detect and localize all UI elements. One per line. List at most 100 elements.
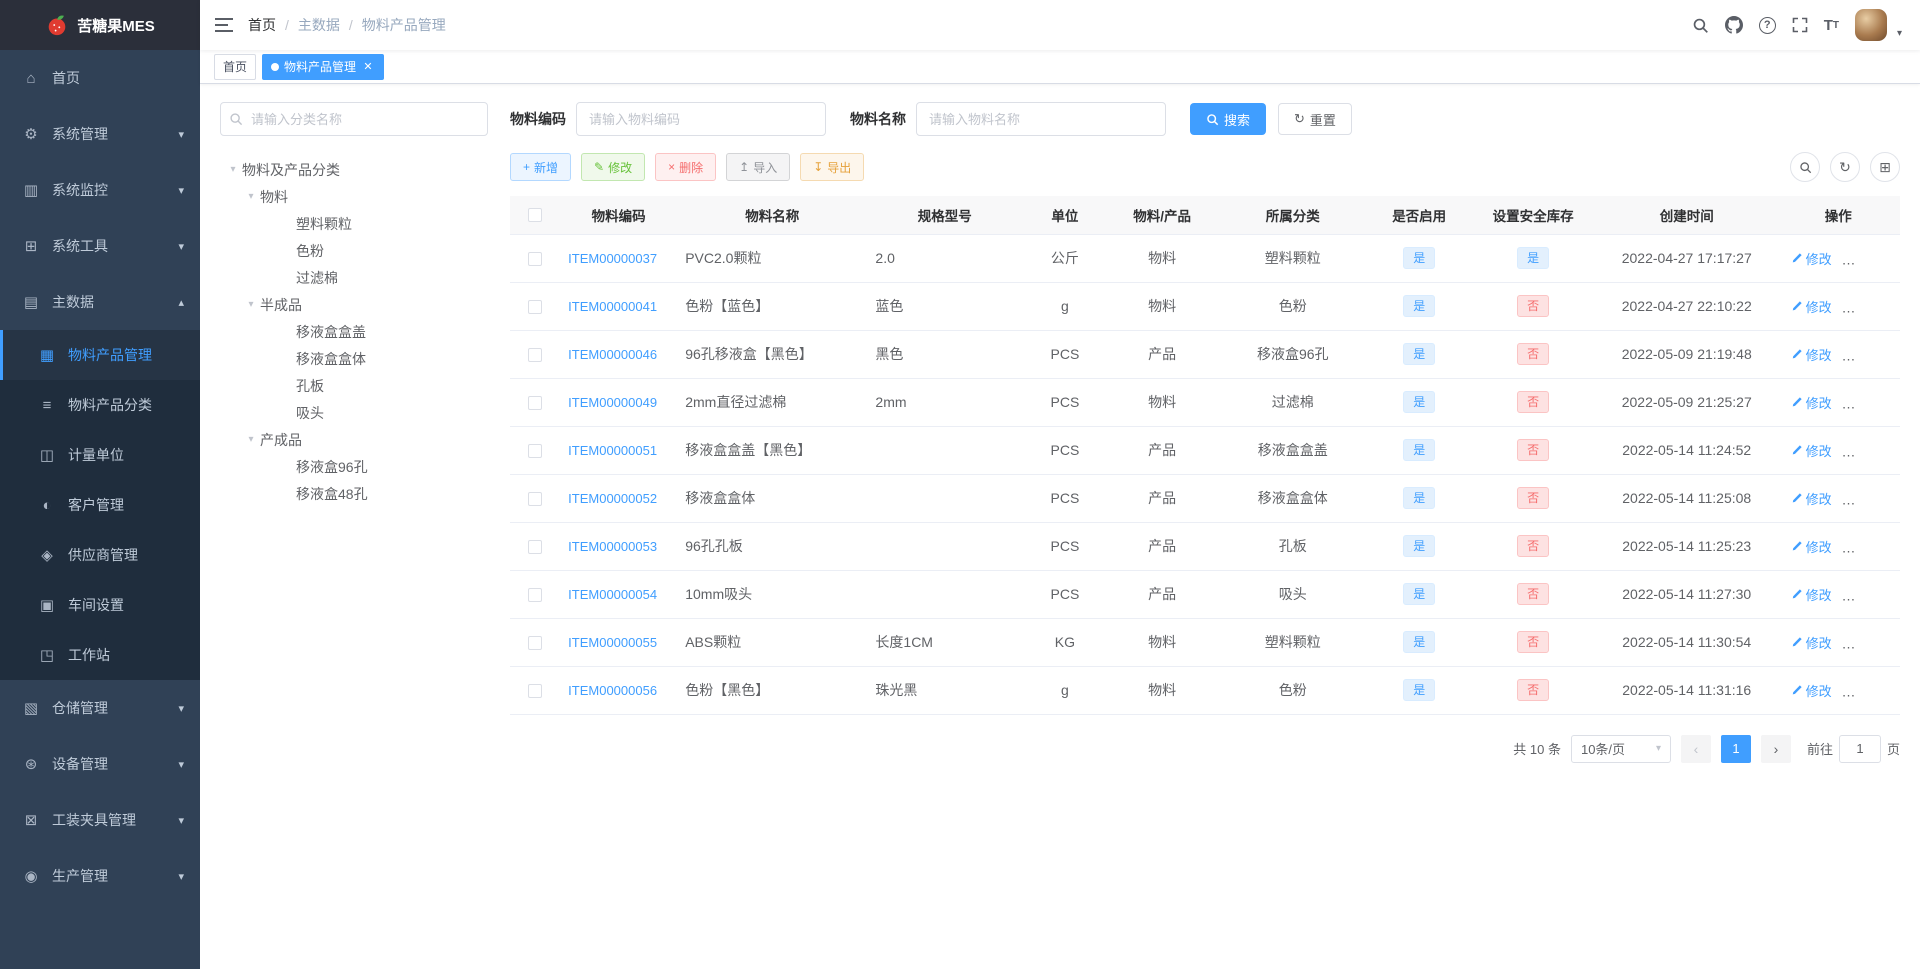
sidebar-item[interactable]: ◳ 工作站	[0, 630, 200, 680]
breadcrumb-item[interactable]: 首页	[248, 15, 276, 35]
row-checkbox[interactable]	[528, 252, 543, 267]
prev-page-button[interactable]: ‹	[1680, 734, 1711, 763]
view-tab[interactable]: 物料产品管理 ✕	[262, 53, 385, 80]
toggle-search-button[interactable]	[1790, 152, 1820, 182]
row-delete-button[interactable]: 删除	[1848, 441, 1889, 460]
row-checkbox[interactable]	[528, 396, 543, 411]
row-delete-button[interactable]: 删除	[1848, 249, 1889, 268]
row-delete-button[interactable]: 删除	[1848, 393, 1889, 412]
sidebar-item[interactable]: ▧ 仓储管理 ▾	[0, 680, 200, 736]
sidebar-item[interactable]: ◫ 计量单位	[0, 430, 200, 480]
tree-node[interactable]: 移液盒96孔	[220, 453, 488, 480]
row-edit-button[interactable]: 修改	[1791, 489, 1832, 508]
sidebar-item[interactable]: ⚙ 系统管理 ▾	[0, 106, 200, 162]
row-edit-button[interactable]: 修改	[1791, 393, 1832, 412]
tree-node[interactable]: ▾ 物料	[220, 183, 488, 210]
row-edit-button[interactable]: 修改	[1791, 297, 1832, 316]
sidebar-item[interactable]: ▤ 主数据 ▴	[0, 274, 200, 330]
breadcrumb-item[interactable]: 主数据	[276, 15, 340, 35]
tree-node[interactable]: 塑料颗粒	[220, 210, 488, 237]
material-code-link[interactable]: ITEM00000049	[568, 395, 657, 410]
sidebar-item[interactable]: ⌂ 首页	[0, 50, 200, 106]
tree-node[interactable]: ▾ 物料及产品分类	[220, 156, 488, 183]
search-button[interactable]: 搜索	[1190, 103, 1267, 135]
tree-node[interactable]: 移液盒48孔	[220, 480, 488, 507]
table-row[interactable]: ITEM00000056 色粉【黑色】 珠光黑 g 物料 色粉 是 否 2022…	[510, 666, 1900, 715]
material-code-link[interactable]: ITEM00000054	[568, 587, 657, 602]
sidebar-item[interactable]: ⊞ 系统工具 ▾	[0, 218, 200, 274]
row-edit-button[interactable]: 修改	[1791, 633, 1832, 652]
row-delete-button[interactable]: 删除	[1848, 681, 1889, 700]
app-logo[interactable]: 苦糖果MES	[0, 0, 200, 50]
page-size-select[interactable]: 10条/页 ▾	[1570, 734, 1671, 763]
tab-close-icon[interactable]: ✕	[361, 60, 375, 74]
goto-page-input[interactable]	[1838, 734, 1881, 763]
sidebar-item[interactable]: ⊛ 设备管理 ▾	[0, 736, 200, 792]
sidebar-item[interactable]: ⊠ 工装夹具管理 ▾	[0, 792, 200, 848]
row-edit-button[interactable]: 修改	[1791, 681, 1832, 700]
column-settings-button[interactable]: ⊞	[1870, 152, 1900, 182]
row-checkbox[interactable]	[528, 588, 543, 603]
fullscreen-icon[interactable]	[1792, 17, 1808, 33]
search-icon[interactable]	[1692, 17, 1709, 34]
sidebar-item[interactable]: ▣ 车间设置	[0, 580, 200, 630]
tree-expand-icon[interactable]: ▾	[242, 434, 260, 445]
row-delete-button[interactable]: 删除	[1848, 585, 1889, 604]
sidebar-item[interactable]: ◈ 供应商管理	[0, 530, 200, 580]
github-icon[interactable]	[1724, 16, 1743, 34]
row-checkbox[interactable]	[528, 636, 543, 651]
material-code-link[interactable]: ITEM00000046	[568, 347, 657, 362]
material-code-link[interactable]: ITEM00000041	[568, 299, 657, 314]
export-button[interactable]: ↧ 导出	[800, 153, 865, 181]
table-row[interactable]: ITEM00000053 96孔孔板 PCS 产品 孔板 是 否 2022-05…	[510, 522, 1900, 571]
material-code-link[interactable]: ITEM00000037	[568, 251, 657, 266]
table-row[interactable]: ITEM00000049 2mm直径过滤棉 2mm PCS 物料 过滤棉 是 否…	[510, 378, 1900, 427]
material-code-link[interactable]: ITEM00000056	[568, 683, 657, 698]
tree-expand-icon[interactable]: ▾	[224, 164, 242, 175]
row-edit-button[interactable]: 修改	[1791, 585, 1832, 604]
reset-button[interactable]: ↻ 重置	[1278, 103, 1352, 135]
help-icon[interactable]: ?	[1758, 16, 1776, 34]
next-page-button[interactable]: ›	[1760, 734, 1791, 763]
font-size-icon[interactable]: TT	[1824, 17, 1839, 34]
view-tab[interactable]: 首页	[214, 53, 257, 80]
name-filter-input[interactable]	[916, 102, 1166, 136]
page-number-button[interactable]: 1	[1720, 734, 1751, 763]
category-search-input[interactable]	[220, 102, 488, 136]
row-delete-button[interactable]: 删除	[1848, 345, 1889, 364]
refresh-table-button[interactable]: ↻	[1830, 152, 1860, 182]
hamburger-menu-icon[interactable]	[200, 0, 248, 50]
row-edit-button[interactable]: 修改	[1791, 537, 1832, 556]
tree-node[interactable]: 移液盒盒体	[220, 345, 488, 372]
sidebar-item[interactable]: ▥ 系统监控 ▾	[0, 162, 200, 218]
row-checkbox[interactable]	[528, 492, 543, 507]
sidebar-item[interactable]: ≡ 物料产品分类	[0, 380, 200, 430]
code-filter-input[interactable]	[576, 102, 826, 136]
row-checkbox[interactable]	[528, 300, 543, 315]
tree-node[interactable]: ▾ 产成品	[220, 426, 488, 453]
delete-button[interactable]: × 删除	[655, 153, 717, 181]
table-row[interactable]: ITEM00000052 移液盒盒体 PCS 产品 移液盒盒体 是 否 2022…	[510, 474, 1900, 523]
row-delete-button[interactable]: 删除	[1848, 489, 1889, 508]
material-code-link[interactable]: ITEM00000055	[568, 635, 657, 650]
tree-node[interactable]: 色粉	[220, 237, 488, 264]
row-checkbox[interactable]	[528, 540, 543, 555]
tree-expand-icon[interactable]: ▾	[242, 191, 260, 202]
import-button[interactable]: ↥ 导入	[726, 153, 791, 181]
row-checkbox[interactable]	[528, 348, 543, 363]
table-row[interactable]: ITEM00000041 色粉【蓝色】 蓝色 g 物料 色粉 是 否 2022-…	[510, 282, 1900, 331]
add-button[interactable]: + 新增	[510, 153, 572, 181]
table-row[interactable]: ITEM00000046 96孔移液盒【黑色】 黑色 PCS 产品 移液盒96孔…	[510, 330, 1900, 379]
tree-node[interactable]: 过滤棉	[220, 264, 488, 291]
table-row[interactable]: ITEM00000054 10mm吸头 PCS 产品 吸头 是 否 2022-0…	[510, 570, 1900, 619]
row-edit-button[interactable]: 修改	[1791, 441, 1832, 460]
sidebar-item[interactable]: ◉ 生产管理 ▾	[0, 848, 200, 904]
tree-node[interactable]: 吸头	[220, 399, 488, 426]
material-code-link[interactable]: ITEM00000052	[568, 491, 657, 506]
row-checkbox[interactable]	[528, 684, 543, 699]
select-all-checkbox[interactable]	[528, 208, 543, 223]
breadcrumb-item[interactable]: 物料产品管理	[340, 15, 446, 35]
sidebar-item[interactable]: ▦ 物料产品管理	[0, 330, 200, 380]
tree-expand-icon[interactable]: ▾	[242, 299, 260, 310]
avatar[interactable]	[1854, 9, 1887, 41]
